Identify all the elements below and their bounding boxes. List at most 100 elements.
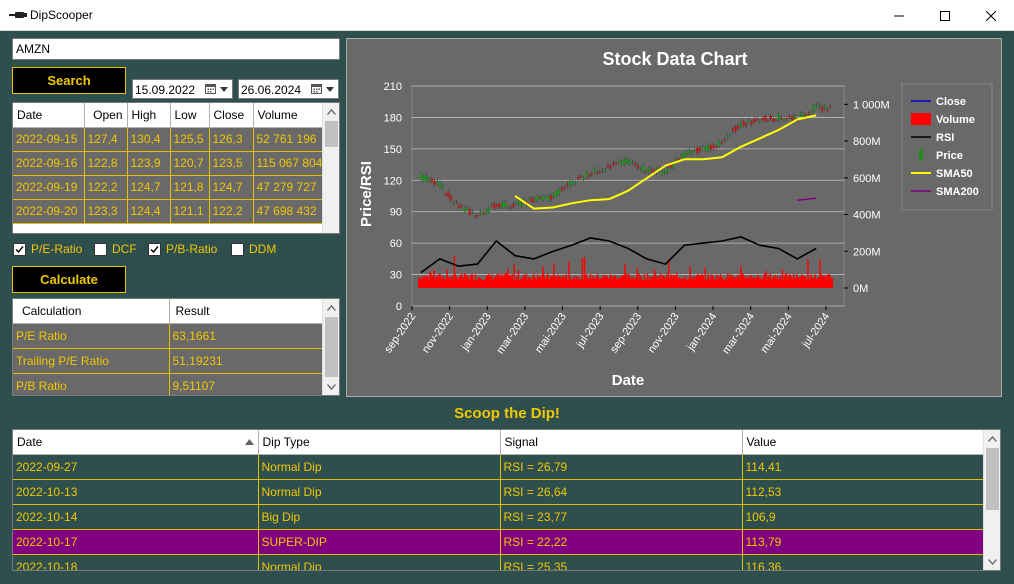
price-candle: [560, 188, 564, 191]
table-header-row: Date Open High Low Close Volume: [13, 103, 327, 128]
x-tick-label: sep-2022: [382, 311, 418, 355]
table-row[interactable]: 2022-09-15 127,4 130,4 125,5 126,3 52 761 196: [13, 127, 327, 152]
price-candle: [679, 155, 683, 157]
price-candle: [660, 171, 664, 175]
price-table-scrollbar[interactable]: [322, 103, 339, 233]
stock-chart: Stock Data Chart Date Price/RSI 0 30 60 90 1…: [358, 49, 993, 389]
column-header-date[interactable]: Date: [13, 103, 85, 128]
column-header-high[interactable]: High: [127, 103, 171, 128]
scroll-up-icon[interactable]: [323, 103, 339, 120]
maximize-button[interactable]: [922, 0, 968, 31]
cell: 115 067 804: [253, 151, 327, 176]
cell: 47 279 727: [253, 175, 327, 200]
dip-table[interactable]: Date Dip Type Signal Value 2022-09-27 Nor…: [12, 429, 1001, 571]
x-axis-label: Date: [612, 372, 645, 389]
price-candle: [807, 113, 810, 115]
table-row[interactable]: 2022-10-14 Big Dip RSI = 23,77 106,9: [13, 504, 986, 530]
table-row[interactable]: 2022-10-13 Normal Dip RSI = 26,64 112,53: [13, 479, 986, 505]
price-candle: [731, 129, 735, 131]
cell: P/E Ratio: [13, 323, 170, 349]
price-candle: [820, 106, 824, 111]
column-header-signal[interactable]: Signal: [500, 430, 743, 455]
price-candle: [425, 175, 428, 181]
price-candle: [606, 164, 610, 167]
scrollbar-thumb[interactable]: [325, 317, 338, 377]
price-candle: [487, 208, 491, 213]
ticker-input[interactable]: AMZN: [12, 38, 340, 60]
price-candle: [492, 203, 496, 209]
price-candle: [579, 176, 583, 178]
price-candle: [444, 194, 447, 196]
column-header-result[interactable]: Result: [169, 299, 324, 324]
price-candle: [750, 121, 753, 125]
price-candle: [742, 121, 745, 126]
x-tick-label: jul-2024: [800, 311, 833, 351]
table-row[interactable]: P/E Ratio 63,1661: [13, 323, 324, 349]
table-row[interactable]: P/B Ratio 9,51107: [13, 373, 324, 395]
table-row[interactable]: 2022-10-18 Normal Dip RSI = 25,35 116,36: [13, 554, 986, 570]
close-button[interactable]: [968, 0, 1014, 31]
column-header-calculation[interactable]: Calculation: [13, 299, 170, 324]
scroll-up-icon[interactable]: [984, 430, 1000, 447]
price-candle: [582, 177, 585, 180]
price-candle: [549, 195, 553, 200]
scroll-down-icon[interactable]: [323, 378, 339, 395]
calculation-table[interactable]: Calculation Result P/E Ratio 63,1661 Trai…: [12, 298, 340, 396]
price-candle: [798, 112, 802, 114]
column-header-low[interactable]: Low: [170, 103, 210, 128]
calculate-button[interactable]: Calculate: [12, 266, 126, 293]
table-row[interactable]: 2022-09-27 Normal Dip RSI = 26,79 114,41: [13, 454, 986, 480]
price-candle: [614, 163, 618, 165]
checkbox-ddm[interactable]: DDM: [231, 242, 276, 256]
price-candle: [609, 166, 613, 169]
checkbox-dcf[interactable]: DCF: [94, 242, 137, 256]
price-candle: [723, 139, 726, 141]
column-header-value[interactable]: Value: [742, 430, 986, 455]
table-row[interactable]: Trailing P/E Ratio 51,19231: [13, 348, 324, 374]
price-candle: [763, 116, 767, 121]
table-row-selected[interactable]: 2022-10-17 SUPER-DIP RSI = 22,22 113,79: [13, 529, 986, 555]
column-header-close[interactable]: Close: [209, 103, 254, 128]
start-date-picker[interactable]: 15.09.2022: [132, 79, 233, 99]
checkbox-box: [13, 242, 26, 256]
column-header-open[interactable]: Open: [84, 103, 128, 128]
price-candle: [546, 195, 550, 200]
price-candle: [555, 191, 558, 196]
end-date-picker[interactable]: 26.06.2024: [238, 79, 339, 99]
table-row[interactable]: 2022-09-19 122,2 124,7 121,8 124,7 47 279 727: [13, 175, 327, 200]
y-tick-label: 60: [390, 238, 402, 250]
window-title: DipScooper: [30, 8, 93, 22]
checkbox-pb-ratio[interactable]: P/B-Ratio: [148, 242, 217, 256]
table-row[interactable]: 2022-09-20 123,3 124,4 121,1 122,2 47 698 432: [13, 199, 327, 224]
price-candle: [495, 204, 499, 207]
price-candle: [812, 106, 816, 111]
price-candle: [666, 168, 669, 172]
minimize-button[interactable]: [876, 0, 922, 31]
column-header-volume[interactable]: Volume: [253, 103, 327, 128]
y2-tick-label: 200M: [853, 246, 881, 258]
cell: 112,53: [742, 479, 986, 505]
dip-table-scrollbar[interactable]: [983, 430, 1000, 570]
cell: 123,5: [209, 151, 254, 176]
checkbox-pe-ratio[interactable]: P/E-Ratio: [13, 242, 82, 256]
cell: 126,3: [209, 127, 254, 152]
price-candle: [454, 202, 458, 204]
column-header-date[interactable]: Date: [13, 430, 259, 455]
scrollbar-thumb[interactable]: [986, 448, 999, 510]
scroll-down-icon[interactable]: [984, 553, 1000, 570]
price-candle: [468, 209, 472, 215]
title-bar: DipScooper: [0, 0, 1014, 31]
price-candle: [706, 145, 710, 151]
scrollbar-thumb[interactable]: [325, 121, 338, 147]
cell: 122,2: [84, 175, 128, 200]
price-candle: [574, 182, 577, 184]
price-candle: [503, 202, 507, 207]
price-table[interactable]: Date Open High Low Close Volume 2022-09-…: [12, 102, 340, 234]
cell: 106,9: [742, 504, 986, 530]
column-header-dip-type[interactable]: Dip Type: [258, 430, 501, 455]
table-row[interactable]: 2022-09-16 122,8 123,9 120,7 123,5 115 067 80…: [13, 151, 327, 176]
search-button[interactable]: Search: [12, 67, 126, 94]
calculation-table-scrollbar[interactable]: [322, 299, 339, 395]
price-candle: [828, 106, 832, 108]
scroll-up-icon[interactable]: [323, 299, 339, 316]
